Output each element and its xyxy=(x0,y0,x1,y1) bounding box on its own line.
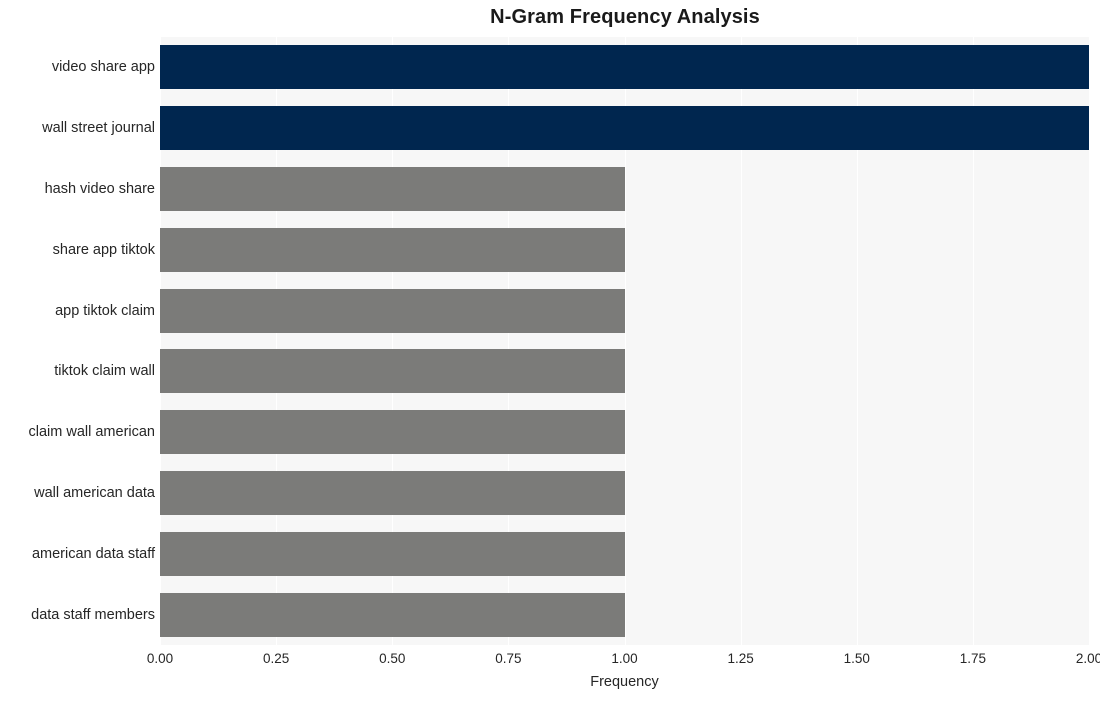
chart-title: N-Gram Frequency Analysis xyxy=(490,6,760,28)
y-axis-tick-label: share app tiktok xyxy=(52,241,155,258)
bar[interactable] xyxy=(160,592,625,637)
bar-row xyxy=(160,592,1089,637)
bar[interactable] xyxy=(160,288,625,333)
bar[interactable] xyxy=(160,471,625,515)
y-axis-tick-label: app tiktok claim xyxy=(55,302,155,319)
bar[interactable] xyxy=(160,227,625,272)
y-axis-labels: video share app wall street journal hash v… xyxy=(0,37,155,645)
bar-row xyxy=(160,227,1089,272)
x-axis-tick-label: 0.75 xyxy=(495,651,522,666)
bar-row xyxy=(160,106,1089,151)
x-axis-ticks: 0.00 0.25 0.50 0.75 1.00 1.25 1.50 1.75 2.00 xyxy=(0,651,1100,675)
bar-row xyxy=(160,288,1089,333)
bar-row xyxy=(160,410,1089,455)
plot-area xyxy=(160,37,1089,645)
bar[interactable] xyxy=(160,167,625,211)
bar-row xyxy=(160,531,1089,576)
x-axis-tick-label: 2.00 xyxy=(1075,651,1100,666)
bar-row xyxy=(160,349,1089,394)
y-axis-tick-label: hash video share xyxy=(44,181,155,197)
bar-row xyxy=(160,471,1089,515)
y-axis-tick-label: american data staff xyxy=(31,545,155,562)
y-axis-tick-label: wall american data xyxy=(34,485,155,501)
bar[interactable] xyxy=(160,531,625,576)
bar[interactable] xyxy=(160,106,1089,151)
y-axis-tick-label: claim wall american xyxy=(28,424,155,441)
x-axis-title: Frequency xyxy=(590,674,659,690)
y-axis-tick-label: tiktok claim wall xyxy=(54,363,155,380)
bar-row xyxy=(160,167,1089,211)
bar[interactable] xyxy=(160,410,625,455)
x-axis-tick-label: 0.00 xyxy=(146,651,174,666)
y-axis-tick-label: data staff members xyxy=(31,606,155,623)
x-axis-tick-label: 1.75 xyxy=(959,651,987,666)
bar[interactable] xyxy=(160,349,625,394)
bar[interactable] xyxy=(160,45,1089,90)
x-axis-tick-label: 1.50 xyxy=(843,651,870,666)
bar-row xyxy=(160,45,1089,90)
y-axis-tick-label: wall street journal xyxy=(42,120,155,137)
x-axis-tick-label: 0.50 xyxy=(379,651,406,666)
chart-figure: N-Gram Frequency Analysis video share ap… xyxy=(0,0,1100,701)
x-axis-tick-label: 0.25 xyxy=(262,651,290,666)
x-axis-tick-label: 1.00 xyxy=(611,651,638,666)
y-axis-tick-label: video share app xyxy=(51,59,155,76)
x-axis-tick-label: 1.25 xyxy=(727,651,754,666)
